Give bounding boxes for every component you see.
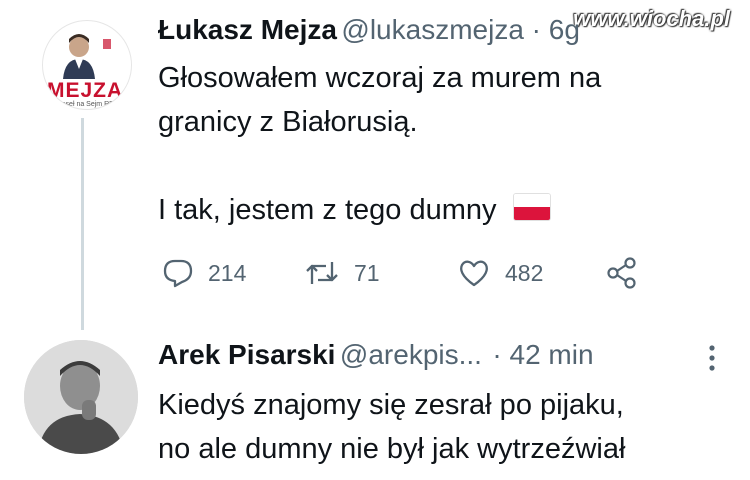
author-name[interactable]: Łukasz Mejza — [158, 14, 337, 45]
avatar-subtitle: Poseł na Sejm RP — [57, 101, 114, 108]
reply-line: Kiedyś znajomy się zesrał po pijaku, — [158, 389, 624, 421]
reply-text: Kiedyś znajomy się zesrał po pijaku, no … — [158, 383, 738, 471]
timestamp[interactable]: · 42 min — [492, 339, 593, 370]
avatar-portrait — [24, 340, 138, 454]
retweet-count: 71 — [354, 259, 380, 286]
share-icon — [607, 257, 636, 289]
tweet-text: Głosowałem wczoraj za murem na granicy z… — [158, 56, 738, 232]
reply-action[interactable]: 214 — [162, 258, 246, 288]
share-action[interactable] — [606, 257, 638, 294]
retweet-action[interactable]: 71 — [304, 258, 380, 288]
author-name[interactable]: Arek Pisarski — [158, 339, 335, 370]
reply-line: no ale dumny nie był jak wytrzeźwiał — [158, 433, 626, 465]
thread-line — [81, 118, 84, 330]
tweet-line-text: I tak, jestem z tego dumny — [158, 194, 497, 226]
tweet-line: I tak, jestem z tego dumny — [158, 188, 738, 232]
avatar[interactable]: MEJZA Poseł na Sejm RP — [42, 20, 132, 110]
avatar-wordmark: MEJZA — [47, 79, 124, 102]
reply-count: 214 — [208, 259, 247, 286]
retweet-icon — [306, 262, 338, 284]
avatar[interactable] — [24, 340, 138, 454]
tweet-header: Łukasz Mejza @lukaszmejza · 6g — [158, 14, 580, 46]
more-icon — [709, 345, 715, 371]
like-icon — [460, 260, 488, 287]
tweet-line: Głosowałem wczoraj za murem na — [158, 62, 602, 94]
tweet-line — [158, 144, 738, 188]
reply-icon — [163, 259, 193, 288]
more-button[interactable] — [706, 343, 718, 378]
author-handle[interactable]: @lukaszmejza · 6g — [341, 14, 580, 45]
tweet-line: granicy z Białorusią. — [158, 106, 418, 138]
like-action[interactable]: 482 — [457, 258, 543, 288]
reply-header: Arek Pisarski @arekpis... · 42 min — [158, 339, 718, 371]
watermark: www.wiocha.pl — [573, 6, 730, 31]
poland-flag-icon — [512, 193, 551, 221]
like-count: 482 — [505, 259, 544, 286]
author-handle[interactable]: @arekpis... — [340, 339, 482, 370]
